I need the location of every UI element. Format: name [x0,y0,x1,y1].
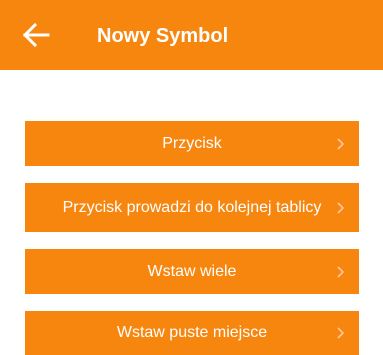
insert-button-option[interactable]: Przycisk [25,121,359,166]
page-title: Nowy Symbol [97,25,229,47]
menu-item-label: Wstaw puste miejsce [116,324,268,341]
menu-item-label: Wstaw wiele [147,262,237,280]
chevron-right-icon [335,137,345,151]
back-button[interactable] [22,22,50,48]
insert-empty-space-option[interactable]: Wstaw puste miejsce [25,311,359,355]
menu-item-label: Przycisk [162,134,222,152]
insert-multiple-option[interactable]: Wstaw wiele [25,249,359,294]
chevron-right-icon [335,201,345,215]
app-bar: Nowy Symbol [0,0,383,70]
insert-link-button-option[interactable]: Przycisk prowadzi do kolejnej tablicy [25,183,359,232]
chevron-right-icon [335,265,345,279]
menu-item-label: Przycisk prowadzi do kolejnej tablicy [62,198,322,216]
chevron-right-icon [335,326,345,340]
arrow-left-icon [22,22,50,48]
